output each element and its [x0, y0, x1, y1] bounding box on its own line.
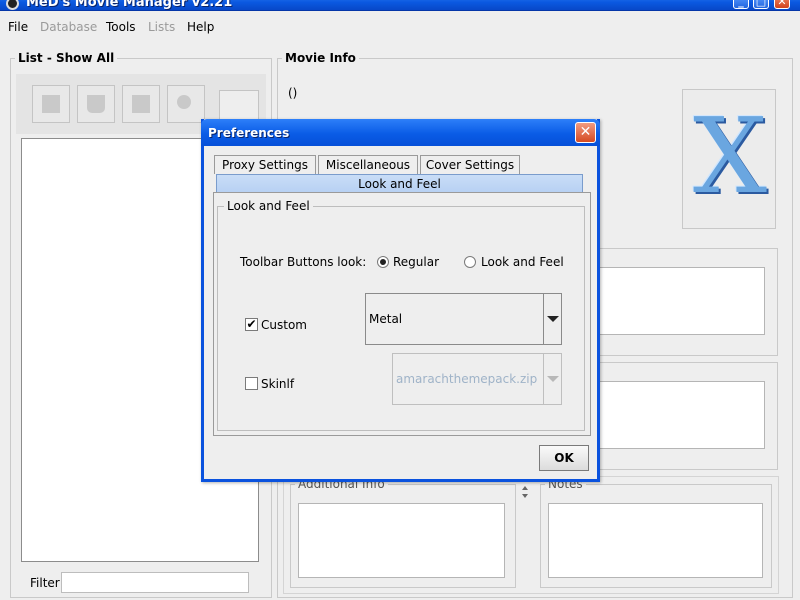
- radio-look-and-feel[interactable]: [464, 256, 476, 268]
- edit-icon: [132, 95, 150, 113]
- menu-bar: File Database Tools Lists Help: [0, 12, 800, 40]
- chevron-down-icon: [547, 376, 559, 382]
- search-icon: [177, 95, 191, 109]
- skinlf-checkbox[interactable]: [245, 377, 258, 390]
- skinlf-theme-select[interactable]: amarachthemepack.zip: [392, 353, 562, 405]
- skinlf-theme-value: amarachthemepack.zip: [396, 372, 538, 386]
- radio-look-and-feel-label[interactable]: Look and Feel: [481, 255, 564, 269]
- look-and-feel-group-title: Look and Feel: [224, 199, 313, 213]
- menu-file[interactable]: File: [8, 20, 28, 34]
- preferences-dialog: Preferences ✕ Proxy Settings Miscellaneo…: [201, 119, 600, 482]
- toolbar-buttons-label: Toolbar Buttons look:: [240, 255, 367, 269]
- dialog-title: Preferences: [208, 126, 290, 140]
- window-title: MeD's Movie Manager v2.21: [26, 0, 233, 10]
- splitter-down-arrow[interactable]: [522, 494, 528, 498]
- tab-look-and-feel[interactable]: Look and Feel: [216, 174, 583, 193]
- custom-label[interactable]: Custom: [261, 318, 307, 332]
- cover-x-logo: X: [692, 95, 768, 217]
- splitter-up-arrow[interactable]: [522, 486, 528, 490]
- menu-help[interactable]: Help: [187, 20, 214, 34]
- menu-database[interactable]: Database: [40, 20, 97, 34]
- minimize-button[interactable]: _: [733, 0, 749, 9]
- add-icon: [42, 95, 60, 113]
- window-titlebar[interactable]: MeD's Movie Manager v2.21 _ □ ✕: [0, 0, 800, 11]
- additional-info-field[interactable]: [298, 503, 505, 578]
- tab-cover-settings[interactable]: Cover Settings: [420, 155, 520, 174]
- custom-laf-value: Metal: [369, 312, 403, 326]
- custom-laf-select[interactable]: Metal: [365, 293, 562, 345]
- tab-miscellaneous[interactable]: Miscellaneous: [318, 155, 418, 174]
- filter-label: Filter: [30, 576, 60, 590]
- list-panel-title: List - Show All: [15, 51, 118, 65]
- remove-movie-button[interactable]: [77, 85, 115, 123]
- movie-title-value: (): [288, 86, 298, 100]
- cover-image: X: [682, 89, 776, 229]
- add-movie-button[interactable]: [32, 85, 70, 123]
- splitter-handle[interactable]: [522, 482, 530, 592]
- skinlf-dropdown-button[interactable]: [543, 354, 561, 404]
- look-and-feel-panel: Look and Feel Toolbar Buttons look: Regu…: [213, 192, 591, 436]
- search-button[interactable]: [167, 85, 205, 123]
- dialog-titlebar[interactable]: Preferences ✕: [201, 119, 600, 146]
- ok-button[interactable]: OK: [539, 445, 589, 471]
- menu-tools[interactable]: Tools: [106, 20, 136, 34]
- custom-checkbox[interactable]: ✔: [245, 318, 258, 331]
- skinlf-label[interactable]: Skinlf: [261, 377, 294, 391]
- edit-movie-button[interactable]: [122, 85, 160, 123]
- radio-regular[interactable]: [377, 256, 389, 268]
- filter-input[interactable]: [61, 572, 249, 593]
- dialog-close-button[interactable]: ✕: [575, 122, 596, 143]
- close-button[interactable]: ✕: [774, 0, 790, 9]
- menu-lists[interactable]: Lists: [148, 20, 175, 34]
- tab-proxy-settings[interactable]: Proxy Settings: [214, 155, 316, 174]
- notes-field[interactable]: [548, 503, 763, 578]
- radio-regular-label[interactable]: Regular: [393, 255, 439, 269]
- app-icon: [6, 0, 19, 10]
- chevron-down-icon: [547, 316, 559, 322]
- custom-laf-dropdown-button[interactable]: [543, 294, 561, 344]
- movie-info-title: Movie Info: [282, 51, 359, 65]
- look-and-feel-group: Look and Feel Toolbar Buttons look: Regu…: [217, 199, 585, 431]
- maximize-button[interactable]: □: [753, 0, 769, 9]
- trash-icon: [87, 95, 105, 113]
